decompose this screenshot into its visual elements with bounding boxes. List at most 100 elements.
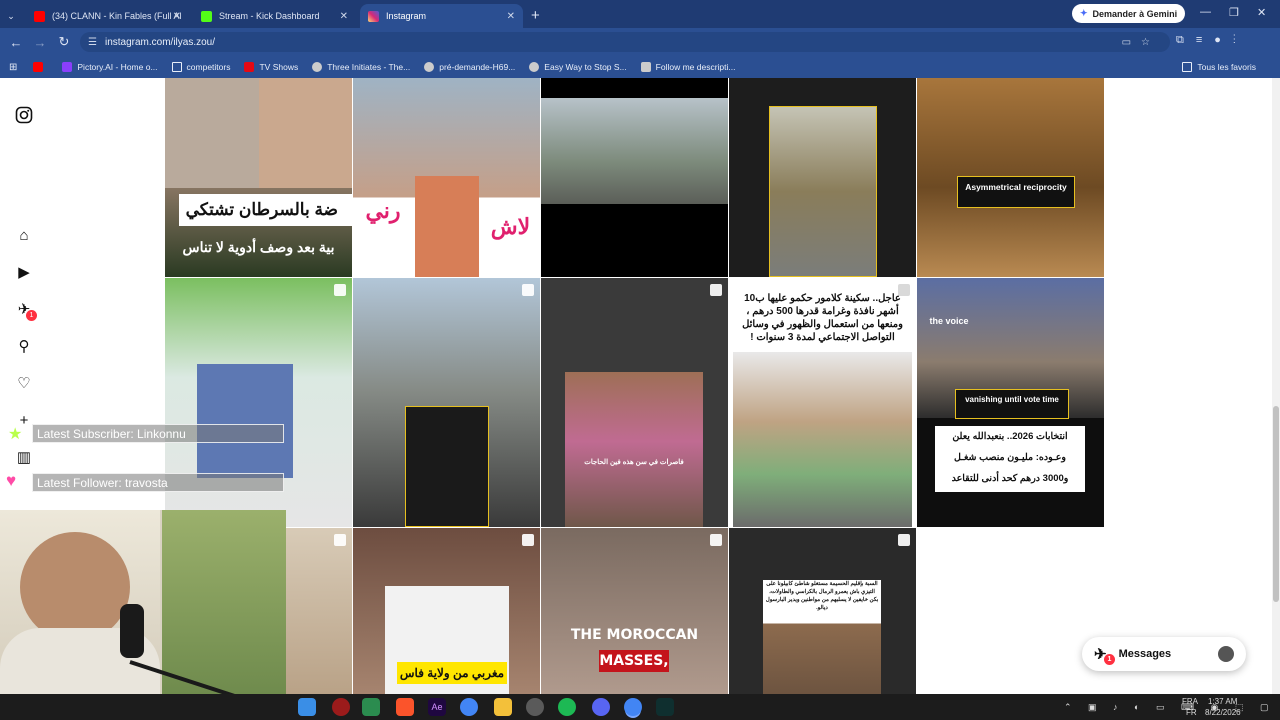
bookmark-pictory[interactable]: Pictory.AI - Home o... bbox=[62, 62, 158, 72]
profile-avatar[interactable]: ● bbox=[1214, 34, 1233, 46]
new-tab-button[interactable]: + bbox=[531, 7, 540, 24]
globe-icon bbox=[424, 62, 435, 72]
obs-icon[interactable] bbox=[526, 698, 544, 716]
post-thumbnail[interactable]: رني لاش bbox=[353, 78, 540, 277]
instagram-icon bbox=[640, 62, 651, 72]
reload-icon[interactable]: ↻ bbox=[52, 34, 76, 50]
notifications-icon[interactable]: ▢ bbox=[1260, 702, 1269, 713]
language-indicator[interactable]: FRA bbox=[1182, 697, 1198, 706]
post-caption-2: بية بعد وصف أدوية لا تناس bbox=[182, 239, 335, 255]
tab-list-chevron-icon[interactable]: ⌄ bbox=[0, 11, 22, 22]
reel-icon bbox=[710, 534, 722, 546]
scrollbar-thumb[interactable] bbox=[1273, 406, 1279, 602]
tab-kick[interactable]: Stream - Kick Dashboard ✕ bbox=[193, 4, 356, 28]
tab-youtube[interactable]: (34) CLANN - Kin Fables (Full Al ✕ bbox=[26, 4, 189, 28]
post-thumbnail[interactable]: THE MOROCCAN MASSES, bbox=[541, 528, 728, 694]
clock-time[interactable]: 1:37 AM bbox=[1208, 697, 1237, 706]
bookmark-label: Pictory.AI - Home o... bbox=[77, 62, 158, 72]
post-thumbnail[interactable]: مغربي من ولاية فاس bbox=[353, 528, 540, 694]
bookmark-easy-way[interactable]: Easy Way to Stop S... bbox=[529, 62, 627, 72]
region-indicator[interactable]: FR bbox=[1186, 708, 1197, 717]
post-caption: عاجل.. سكينة كلامور حكمو عليها ب10 أشهر … bbox=[742, 293, 903, 343]
post-caption: vanishing until vote time bbox=[955, 389, 1069, 419]
post-thumbnail[interactable]: السبة بإقليم الحسيمة مستغلو شاطئ كابيلون… bbox=[729, 528, 916, 694]
back-icon[interactable]: ← bbox=[4, 35, 28, 50]
messages-badge: 1 bbox=[1104, 654, 1115, 665]
post-thumbnail[interactable]: فاصرات في سن هذه فين الحاجات bbox=[541, 278, 728, 527]
post-caption: ضة بالسرطان تشتكي bbox=[179, 194, 352, 226]
instagram-icon bbox=[368, 10, 379, 22]
close-icon[interactable]: ✕ bbox=[340, 11, 348, 22]
url-bar[interactable]: ☰ instagram.com/ilyas.zou/ ▭☆ bbox=[80, 32, 1170, 52]
bookmark-competitors[interactable]: competitors bbox=[171, 62, 230, 72]
post-thumbnail[interactable]: Asymmetrical reciprocity bbox=[917, 78, 1104, 277]
post-thumbnail[interactable] bbox=[541, 78, 728, 277]
forward-icon[interactable]: → bbox=[28, 35, 52, 50]
gemini-button[interactable]: ✦ Demander à Gemini bbox=[1072, 4, 1186, 23]
reel-icon bbox=[522, 534, 534, 546]
instagram-logo-icon[interactable] bbox=[14, 106, 34, 126]
restore-icon[interactable]: ❐ bbox=[1229, 6, 1239, 19]
post-thumbnail[interactable]: عاجل.. سكينة كلامور حكمو عليها ب10 أشهر … bbox=[729, 278, 916, 527]
bookmark-label: Easy Way to Stop S... bbox=[544, 62, 627, 72]
app-icon[interactable] bbox=[362, 698, 380, 716]
bookmark-youtube[interactable] bbox=[33, 62, 48, 72]
reading-list-icon[interactable]: ≡ bbox=[1196, 34, 1214, 46]
heart-icon[interactable]: ♡ bbox=[14, 374, 34, 394]
post-thumbnail[interactable]: the voice vanishing until vote time انتخ… bbox=[917, 278, 1104, 527]
all-bookmarks[interactable]: Tous les favoris bbox=[1182, 62, 1256, 72]
folder-icon bbox=[1182, 62, 1193, 72]
tab-instagram[interactable]: Instagram ✕ bbox=[360, 4, 523, 28]
home-icon[interactable]: ⌂ bbox=[14, 226, 34, 246]
dashboard-icon[interactable]: ▥ bbox=[14, 448, 34, 468]
reels-icon[interactable]: ▶ bbox=[14, 263, 34, 283]
outlook-icon[interactable] bbox=[298, 698, 316, 716]
discord-icon[interactable] bbox=[592, 698, 610, 716]
clock-date[interactable]: 8/22/2026 bbox=[1205, 708, 1241, 717]
close-icon[interactable]: ✕ bbox=[507, 11, 515, 22]
reel-icon bbox=[710, 284, 722, 296]
chrome-active-icon[interactable] bbox=[624, 698, 642, 716]
webcam-curtain bbox=[162, 510, 286, 694]
bookmark-star-icon[interactable]: ☆ bbox=[1141, 37, 1160, 48]
close-window-icon[interactable]: ✕ bbox=[1257, 6, 1266, 19]
brave-icon[interactable] bbox=[396, 698, 414, 716]
bookmark-tv-shows[interactable]: TV Shows bbox=[244, 62, 298, 72]
extensions-icon[interactable]: ⧉ bbox=[1176, 34, 1196, 46]
menu-icon[interactable]: ⋮ bbox=[1233, 34, 1248, 46]
record-icon[interactable] bbox=[332, 698, 350, 716]
bookmark-label: Three Initiates - The... bbox=[327, 62, 411, 72]
pictory-icon bbox=[62, 62, 73, 72]
messages-button[interactable]: ✈ 1 Messages bbox=[1082, 637, 1246, 671]
spotify-icon[interactable] bbox=[558, 698, 576, 716]
minimize-icon[interactable]: — bbox=[1200, 6, 1211, 18]
bookmark-follow-me[interactable]: Follow me descripti... bbox=[640, 62, 736, 72]
post-thumbnail[interactable] bbox=[353, 278, 540, 527]
bookmark-label: Tous les favoris bbox=[1197, 62, 1256, 72]
cast-icon[interactable]: ▭ bbox=[1122, 37, 1141, 48]
post-thumbnail[interactable]: ضة بالسرطان تشتكي بية بعد وصف أدوية لا ت… bbox=[165, 78, 352, 277]
post-caption: THE MOROCCAN bbox=[570, 627, 699, 643]
latest-follower: Latest Follower: travosta bbox=[32, 473, 284, 492]
site-info-icon[interactable]: ☰ bbox=[88, 37, 97, 48]
latest-subscriber: Latest Subscriber: Linkonnu bbox=[32, 424, 284, 443]
search-icon[interactable]: ⚲ bbox=[14, 337, 34, 357]
tab-title: (34) CLANN - Kin Fables (Full Al bbox=[52, 11, 182, 21]
post-caption: رني bbox=[365, 198, 401, 223]
folder-icon[interactable] bbox=[494, 698, 512, 716]
terminal-icon[interactable] bbox=[656, 698, 674, 716]
bookmark-label: TV Shows bbox=[259, 62, 299, 72]
apps-grid-icon[interactable]: ⊞ bbox=[9, 62, 17, 73]
post-thumbnail[interactable] bbox=[729, 78, 916, 277]
bookmark-three-initiates[interactable]: Three Initiates - The... bbox=[312, 62, 410, 72]
chrome-icon[interactable] bbox=[460, 698, 478, 716]
post-caption-2: انتخابات 2026.. بنعبدالله يعلن وعـوده: م… bbox=[935, 426, 1085, 492]
page-scrollbar[interactable] bbox=[1272, 78, 1280, 694]
bookmark-pre-demande[interactable]: pré-demande-H69... bbox=[424, 62, 515, 72]
after-effects-icon[interactable]: Ae bbox=[428, 698, 446, 716]
close-icon[interactable]: ✕ bbox=[173, 11, 181, 22]
youtube-icon bbox=[33, 62, 44, 72]
netflix-icon bbox=[244, 62, 255, 72]
windows-taskbar: Ae ⌃ ▣ ♪ ◐ ▭ ⌨ ◉ ⬚ FRA FR 1:37 AM 8/22/2… bbox=[0, 694, 1280, 720]
post-caption-2: MASSES, bbox=[599, 650, 669, 672]
